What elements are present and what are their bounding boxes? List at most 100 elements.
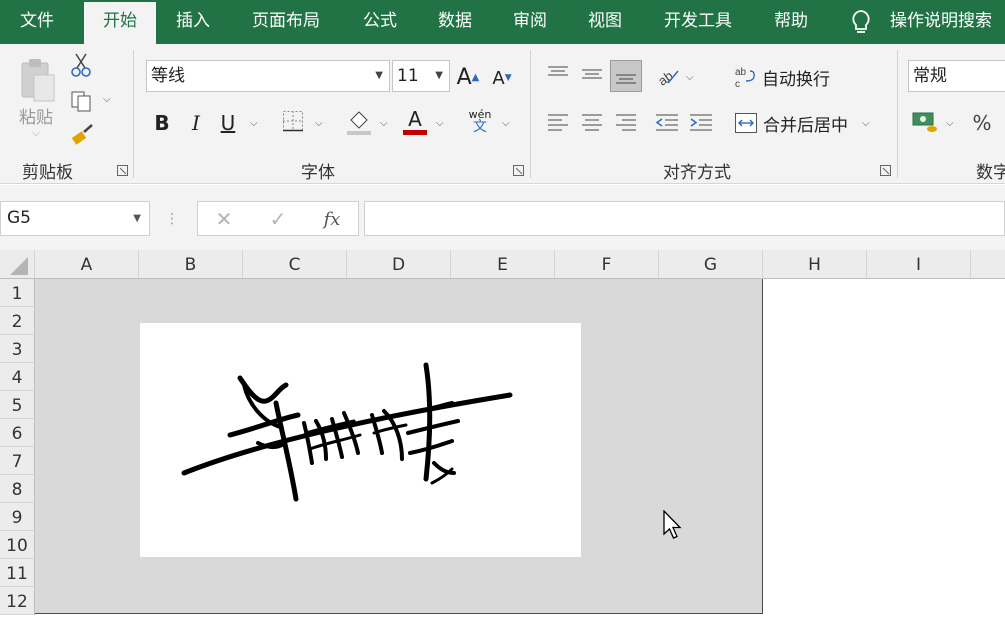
font-size-combo[interactable]: 11 ▼ bbox=[392, 60, 450, 92]
decrease-font-size-icon[interactable]: A ▼ bbox=[490, 64, 514, 92]
mouse-pointer-icon bbox=[663, 510, 682, 539]
column-header[interactable]: C bbox=[243, 250, 347, 279]
row-header[interactable]: 11 bbox=[0, 559, 35, 587]
row-header[interactable]: 9 bbox=[0, 503, 35, 531]
formula-input[interactable] bbox=[364, 201, 1005, 236]
menu-bar: 文件 开始 插入 页面布局 公式 数据 审阅 视图 开发工具 帮助 操作说明搜索 bbox=[0, 0, 1005, 44]
column-header[interactable]: G bbox=[659, 250, 763, 279]
tab-page-layout[interactable]: 页面布局 bbox=[240, 0, 332, 44]
signature-image[interactable] bbox=[140, 323, 581, 557]
align-middle-icon[interactable] bbox=[581, 64, 603, 84]
italic-icon[interactable]: I bbox=[184, 108, 208, 138]
row-header[interactable]: 1 bbox=[0, 279, 35, 307]
ribbon: 粘贴 ⌵ ⌵ 剪贴板 等线 ▼ 11 ▼ A ▲ A ▼ B I U ⌵ ⌵ ⌵… bbox=[0, 44, 1005, 184]
column-header[interactable]: E bbox=[451, 250, 555, 279]
tab-insert[interactable]: 插入 bbox=[160, 0, 226, 44]
row-header[interactable]: 4 bbox=[0, 363, 35, 391]
bold-icon[interactable]: B bbox=[150, 108, 174, 138]
number-format-value: 常规 bbox=[913, 66, 947, 86]
orientation-dropdown-icon[interactable]: ⌵ bbox=[686, 72, 694, 83]
tab-home[interactable]: 开始 bbox=[84, 2, 156, 44]
borders-dropdown-icon[interactable]: ⌵ bbox=[315, 118, 323, 129]
tab-formulas[interactable]: 公式 bbox=[348, 0, 412, 44]
chevron-down-icon[interactable]: ▼ bbox=[375, 61, 383, 91]
chevron-down-icon[interactable]: ⌵ bbox=[862, 118, 870, 129]
dialog-launcher-icon[interactable] bbox=[513, 165, 524, 176]
tab-developer[interactable]: 开发工具 bbox=[650, 0, 746, 44]
align-bottom-button[interactable] bbox=[610, 60, 642, 92]
tab-view[interactable]: 视图 bbox=[573, 0, 637, 44]
column-header[interactable]: F bbox=[555, 250, 659, 279]
phonetic-dropdown-icon[interactable]: ⌵ bbox=[502, 118, 510, 129]
merge-center-button[interactable]: 合并后居中 ⌵ bbox=[734, 108, 870, 138]
copy-icon[interactable] bbox=[70, 90, 94, 112]
drag-handle-icon[interactable]: ⋮ bbox=[165, 209, 179, 229]
align-bottom-icon bbox=[616, 74, 636, 84]
cut-icon[interactable] bbox=[70, 52, 92, 78]
svg-text:ab: ab bbox=[735, 67, 747, 78]
chevron-down-icon[interactable]: ▼ bbox=[133, 202, 141, 235]
tab-data[interactable]: 数据 bbox=[423, 0, 487, 44]
paste-button[interactable]: 粘贴 ⌵ bbox=[12, 52, 60, 144]
column-header[interactable]: A bbox=[35, 250, 139, 279]
tab-file[interactable]: 文件 bbox=[0, 0, 74, 44]
copy-dropdown-icon[interactable]: ⌵ bbox=[103, 94, 111, 105]
fill-color-icon[interactable] bbox=[345, 108, 373, 136]
select-all-corner[interactable] bbox=[0, 250, 35, 279]
clipboard-group-label: 剪贴板 bbox=[22, 163, 73, 183]
align-top-icon[interactable] bbox=[547, 64, 569, 84]
row-header[interactable]: 7 bbox=[0, 447, 35, 475]
fill-color-dropdown-icon[interactable]: ⌵ bbox=[380, 118, 388, 129]
decrease-indent-icon[interactable] bbox=[655, 112, 679, 134]
enter-icon[interactable]: ✓ bbox=[266, 206, 290, 232]
phonetic-guide-icon[interactable]: wén 文 bbox=[466, 106, 494, 136]
row-header[interactable]: 10 bbox=[0, 531, 35, 559]
align-left-icon[interactable] bbox=[547, 112, 569, 134]
row-header[interactable]: 5 bbox=[0, 391, 35, 419]
svg-text:c: c bbox=[735, 79, 740, 89]
wrap-text-label: 自动换行 bbox=[762, 69, 830, 90]
column-header-partial[interactable] bbox=[971, 250, 1005, 279]
tell-me-search[interactable]: 操作说明搜索 bbox=[890, 0, 992, 42]
font-color-icon[interactable]: A bbox=[402, 106, 428, 136]
row-header[interactable]: 12 bbox=[0, 587, 35, 615]
paste-icon bbox=[21, 59, 55, 102]
name-box[interactable]: G5 ▼ bbox=[0, 201, 150, 236]
insert-function-icon[interactable]: fx bbox=[320, 206, 344, 232]
select-all-triangle-icon bbox=[10, 257, 28, 275]
accounting-dropdown-icon[interactable]: ⌵ bbox=[946, 118, 954, 129]
merge-center-icon bbox=[735, 113, 757, 133]
number-format-combo[interactable]: 常规 bbox=[908, 60, 1005, 92]
underline-icon[interactable]: U bbox=[216, 108, 240, 138]
row-header[interactable]: 6 bbox=[0, 419, 35, 447]
font-color-dropdown-icon[interactable]: ⌵ bbox=[436, 118, 444, 129]
increase-font-size-icon[interactable]: A ▲ bbox=[455, 62, 481, 92]
dialog-launcher-icon[interactable] bbox=[117, 165, 128, 176]
column-header[interactable]: I bbox=[867, 250, 971, 279]
format-painter-icon[interactable] bbox=[70, 122, 96, 146]
lightbulb-icon[interactable] bbox=[850, 9, 872, 35]
alignment-group-label: 对齐方式 bbox=[663, 163, 731, 183]
dialog-launcher-icon[interactable] bbox=[880, 165, 891, 176]
increase-indent-icon[interactable] bbox=[689, 112, 713, 134]
borders-icon[interactable] bbox=[282, 110, 304, 132]
percent-style-icon[interactable]: % bbox=[970, 108, 994, 138]
underline-dropdown-icon[interactable]: ⌵ bbox=[250, 118, 258, 129]
formula-buttons: ✕ ✓ fx bbox=[197, 201, 359, 236]
row-header[interactable]: 2 bbox=[0, 307, 35, 335]
row-header[interactable]: 3 bbox=[0, 335, 35, 363]
column-header[interactable]: H bbox=[763, 250, 867, 279]
column-header[interactable]: D bbox=[347, 250, 451, 279]
tab-review[interactable]: 审阅 bbox=[498, 0, 562, 44]
align-center-icon[interactable] bbox=[581, 112, 603, 134]
wrap-text-button[interactable]: ab c 自动换行 bbox=[734, 62, 830, 92]
orientation-icon[interactable]: ab bbox=[656, 66, 680, 86]
font-name-combo[interactable]: 等线 ▼ bbox=[146, 60, 390, 92]
row-header[interactable]: 8 bbox=[0, 475, 35, 503]
accounting-format-icon[interactable] bbox=[912, 110, 938, 134]
tab-help[interactable]: 帮助 bbox=[758, 0, 824, 44]
column-header[interactable]: B bbox=[139, 250, 243, 279]
chevron-down-icon[interactable]: ▼ bbox=[435, 61, 443, 91]
align-right-icon[interactable] bbox=[615, 112, 637, 134]
cancel-icon[interactable]: ✕ bbox=[212, 206, 236, 232]
